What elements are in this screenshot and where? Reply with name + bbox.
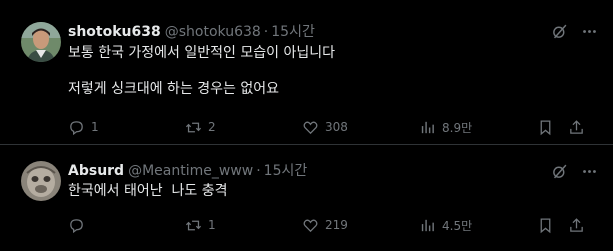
timestamp[interactable]: 15시간 [264, 160, 308, 180]
like-count: 308 [325, 120, 348, 134]
tweet-text: 보통 한국 가정에서 일반적인 모습이 아닙니다 저렇게 싱크대에 하는 경우는… [68, 45, 335, 97]
views-count: 4.5만 [442, 218, 473, 233]
like-button[interactable]: 219 [302, 215, 348, 235]
author-handle[interactable]: @Meantime_www [128, 163, 253, 179]
views-icon [421, 121, 434, 133]
tweet-actions: 1 2 308 8.9만 [68, 117, 598, 137]
reply-button[interactable] [68, 215, 91, 235]
share-icon [570, 119, 583, 134]
avatar[interactable] [21, 161, 61, 201]
tweet-top-icons [549, 21, 599, 41]
share-button[interactable] [568, 215, 585, 235]
views-icon [421, 219, 434, 231]
bookmark-icon [540, 217, 551, 233]
views-button[interactable]: 4.5만 [419, 215, 472, 235]
like-icon [303, 219, 318, 232]
reply-button[interactable]: 1 [68, 117, 99, 137]
reply-icon [70, 120, 83, 135]
views-count: 8.9만 [442, 120, 473, 135]
like-icon [303, 121, 318, 134]
grok-icon[interactable] [549, 161, 569, 181]
author-handle[interactable]: @shotoku638 [165, 24, 261, 40]
retweet-button[interactable]: 2 [185, 117, 216, 137]
bookmark-button[interactable] [537, 215, 554, 235]
author-name[interactable]: shotoku638 [68, 24, 161, 40]
avatar[interactable] [21, 22, 61, 62]
tweet[interactable]: shotoku638 @shotoku638 · 15시간 보통 한국 가정에서… [0, 0, 613, 144]
grok-icon[interactable] [549, 21, 569, 41]
timestamp[interactable]: 15시간 [271, 21, 315, 41]
tweet-text: 한국에서 태어난 나도 충격 [68, 183, 228, 199]
like-count: 219 [325, 218, 348, 232]
views-button[interactable]: 8.9만 [419, 117, 472, 137]
separator-dot: · [263, 24, 269, 40]
separator-dot: · [256, 163, 261, 179]
retweet-icon [185, 220, 202, 230]
like-button[interactable]: 308 [302, 117, 348, 137]
retweet-icon [185, 122, 202, 132]
retweet-button[interactable]: 1 [185, 215, 216, 235]
more-icon[interactable] [579, 161, 599, 181]
reply-count: 1 [91, 120, 99, 134]
bookmark-button[interactable] [537, 117, 554, 137]
share-button[interactable] [568, 117, 585, 137]
tweet-header: Absurd @Meantime_www · 15시간 [68, 160, 307, 180]
share-icon [570, 217, 583, 232]
author-name[interactable]: Absurd [68, 163, 124, 179]
tweet-top-icons [549, 161, 599, 181]
tweet-header: shotoku638 @shotoku638 · 15시간 [68, 21, 315, 41]
bookmark-icon [540, 119, 551, 135]
timeline-feed: shotoku638 @shotoku638 · 15시간 보통 한국 가정에서… [0, 0, 613, 251]
reply-icon [70, 218, 83, 233]
tweet[interactable]: Absurd @Meantime_www · 15시간 한국에서 태어난 나도 … [0, 145, 613, 251]
retweet-count: 1 [208, 218, 216, 232]
retweet-count: 2 [208, 120, 216, 134]
more-icon[interactable] [579, 21, 599, 41]
tweet-actions: 1 219 4.5만 [68, 215, 598, 235]
